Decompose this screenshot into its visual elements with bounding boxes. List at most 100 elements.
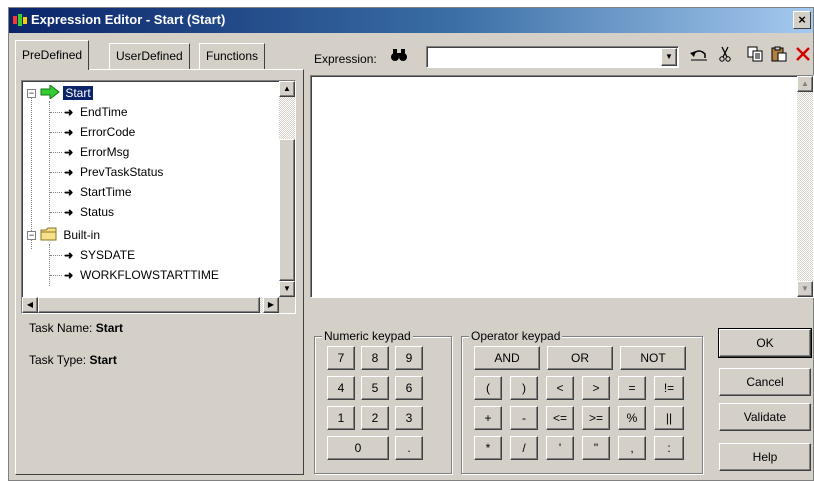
tree-node-label: Built-in [63,228,101,242]
scroll-down-arrow-icon[interactable]: ▼ [797,281,813,297]
key-9[interactable]: 9 [395,346,423,370]
tree-line [50,132,62,133]
expression-label: Expression: [314,52,377,66]
key-8[interactable]: 8 [361,346,389,370]
key-equals[interactable]: = [618,376,646,400]
chevron-down-icon[interactable]: ▼ [661,48,677,66]
arrow-right-icon: ➜ [64,147,74,159]
copy-icon[interactable] [743,46,767,68]
key-single-quote[interactable]: ' [546,436,574,460]
tree-node-endtime[interactable]: ➜ EndTime [64,102,130,122]
tree-node-label: WORKFLOWSTARTTIME [80,268,219,282]
arrow-right-icon: ➜ [64,107,74,119]
tree-line [49,244,50,286]
close-button[interactable]: × [793,11,811,29]
task-type-label: Task Type: [29,353,87,367]
key-open-paren[interactable]: ( [474,376,502,400]
variable-tree[interactable]: − Start ➜ EndTime ➜ ErrorCode ➜ ErrorMsg ➜ P… [21,80,296,314]
tree-node-status[interactable]: ➜ Status [64,202,116,222]
tree-node-errormsg[interactable]: ➜ ErrorMsg [64,142,131,162]
key-1[interactable]: 1 [327,406,355,430]
key-less-than[interactable]: < [546,376,574,400]
key-double-quote[interactable]: " [582,436,610,460]
numeric-keypad-title: Numeric keypad [322,329,413,343]
tab-predefined[interactable]: PreDefined [15,40,90,70]
collapse-builtin-toggle[interactable]: − [27,231,36,240]
key-6[interactable]: 6 [395,376,423,400]
arrow-right-icon: ➜ [64,250,74,262]
tree-node-label: Start [63,86,93,100]
key-7[interactable]: 7 [327,346,355,370]
scroll-up-arrow-icon[interactable]: ▲ [797,76,813,92]
expression-combo[interactable]: ▼ [426,46,679,68]
task-name-info: Task Name: Start [29,321,123,335]
tree-vertical-scrollbar[interactable]: ▲ ▼ [279,81,295,297]
task-name-label: Task Name: [29,321,93,335]
find-icon[interactable] [387,46,411,68]
tree-node-label: PrevTaskStatus [80,165,164,179]
task-type-info: Task Type: Start [29,353,117,367]
key-and[interactable]: AND [474,346,540,370]
key-or[interactable]: OR [547,346,613,370]
tree-node-start[interactable]: Start [40,83,93,103]
scroll-corner [279,297,295,313]
scroll-up-arrow-icon[interactable]: ▲ [279,81,295,97]
editor-vertical-scrollbar[interactable]: ▲ ▼ [797,76,813,297]
key-5[interactable]: 5 [361,376,389,400]
tree-line [50,172,62,173]
tree-node-label: ErrorMsg [80,145,130,159]
scroll-left-arrow-icon[interactable]: ◀ [22,297,38,313]
key-decimal[interactable]: . [395,436,423,460]
key-colon[interactable]: : [654,436,684,460]
key-2[interactable]: 2 [361,406,389,430]
key-multiply[interactable]: * [474,436,502,460]
key-greater-than[interactable]: > [582,376,610,400]
title-bar[interactable]: Expression Editor - Start (Start) × [9,8,813,33]
delete-icon[interactable] [791,46,814,68]
collapse-start-toggle[interactable]: − [27,89,36,98]
paste-icon[interactable] [767,46,791,68]
key-less-equal[interactable]: <= [546,406,574,430]
expression-editor-textarea[interactable]: ▲ ▼ [310,75,814,298]
tree-node-sysdate[interactable]: ➜ SYSDATE [64,245,137,265]
tree-node-builtin[interactable]: Built-in [40,225,102,245]
arrow-right-icon: ➜ [64,270,74,282]
key-not-equals[interactable]: != [654,376,684,400]
scroll-thumb[interactable] [279,139,295,281]
key-concat[interactable]: || [654,406,684,430]
key-close-paren[interactable]: ) [510,376,538,400]
key-3[interactable]: 3 [395,406,423,430]
help-button[interactable]: Help [719,443,811,471]
scroll-thumb[interactable] [38,297,260,313]
tree-line [50,255,62,256]
cancel-button[interactable]: Cancel [719,368,811,396]
tab-functions[interactable]: Functions [199,43,266,69]
key-greater-equal[interactable]: >= [582,406,610,430]
cut-icon[interactable] [713,46,737,68]
scroll-down-arrow-icon[interactable]: ▼ [279,281,295,297]
key-4[interactable]: 4 [327,376,355,400]
tree-node-label: StartTime [80,185,132,199]
scroll-right-arrow-icon[interactable]: ▶ [263,297,279,313]
arrow-right-green-icon [40,83,60,101]
tree-node-label: EndTime [80,105,128,119]
key-modulo[interactable]: % [618,406,646,430]
key-comma[interactable]: , [618,436,646,460]
validate-button[interactable]: Validate [719,403,811,431]
tree-horizontal-scrollbar[interactable]: ◀ ▶ [22,297,279,313]
tree-node-label: SYSDATE [80,248,136,262]
key-0[interactable]: 0 [327,436,389,460]
arrow-right-icon: ➜ [64,187,74,199]
tree-line [31,95,32,249]
key-plus[interactable]: + [474,406,502,430]
tree-node-workflowstarttime[interactable]: ➜ WORKFLOWSTARTTIME [64,265,221,285]
ok-button[interactable]: OK [718,328,812,358]
key-minus[interactable]: - [510,406,538,430]
tree-node-errorcode[interactable]: ➜ ErrorCode [64,122,137,142]
tree-node-starttime[interactable]: ➜ StartTime [64,182,134,202]
key-not[interactable]: NOT [620,346,686,370]
tab-userdefined[interactable]: UserDefined [109,43,190,69]
tree-node-prevtaskstatus[interactable]: ➜ PrevTaskStatus [64,162,165,182]
key-divide[interactable]: / [510,436,538,460]
undo-icon[interactable] [687,46,711,68]
